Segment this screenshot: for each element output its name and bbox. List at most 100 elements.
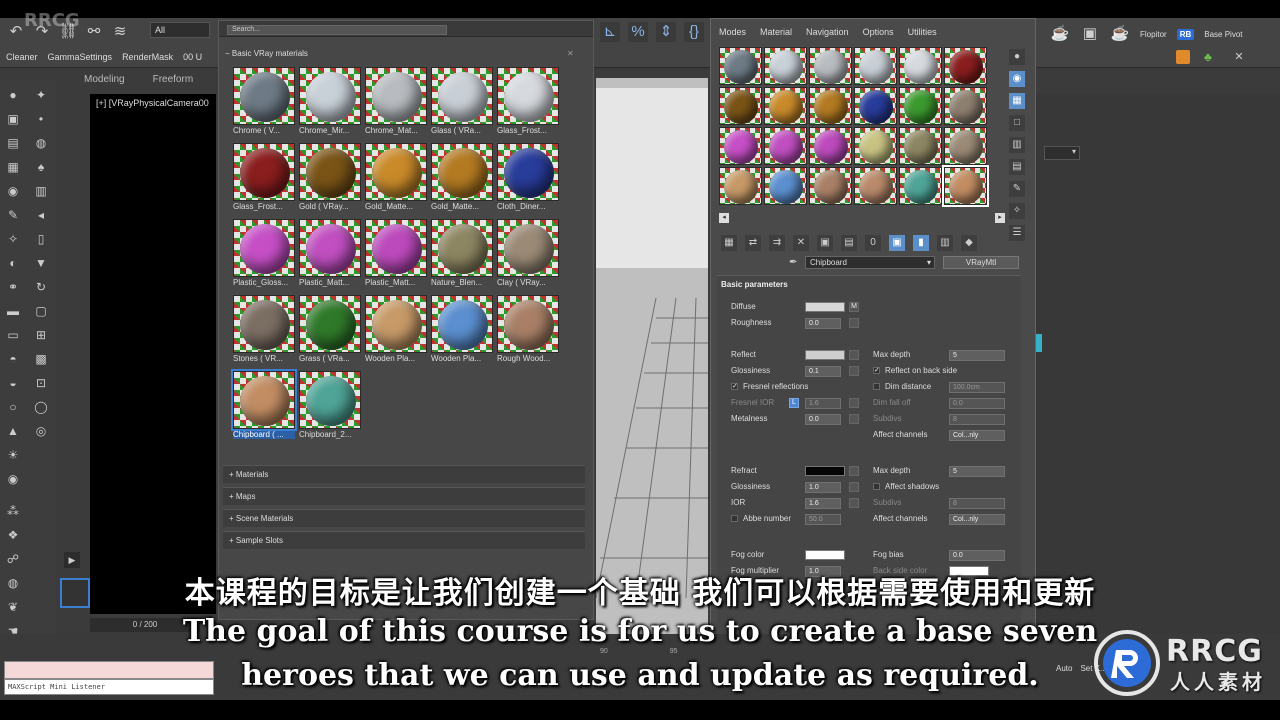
scale-icon[interactable]: ⊡ xyxy=(34,376,48,390)
chain-icon[interactable]: ⚭ xyxy=(6,280,20,294)
sample-slot[interactable] xyxy=(719,87,762,125)
pen-icon[interactable]: ✎ xyxy=(6,208,20,222)
ball-icon[interactable]: ○ xyxy=(6,400,20,414)
sample-slot[interactable] xyxy=(899,127,942,165)
menu-material[interactable]: Material xyxy=(760,27,792,43)
select-region-icon[interactable]: ⊞ xyxy=(34,328,48,342)
sample-slot[interactable] xyxy=(899,47,942,85)
dim-distance-field[interactable]: 100.0cm xyxy=(949,382,1005,393)
box-icon[interactable]: ▣ xyxy=(6,112,20,126)
show-shaded-icon[interactable]: ▣ xyxy=(889,235,905,251)
sample-slot[interactable] xyxy=(809,127,852,165)
background-icon[interactable]: ▦ xyxy=(1009,93,1025,109)
material-swatch[interactable]: Nature_Blen... xyxy=(431,219,493,287)
refract-affect-channels-dropdown[interactable]: Col...nly xyxy=(949,514,1005,525)
browser-search-input[interactable]: Search... xyxy=(227,25,447,35)
circle-icon[interactable]: ◉ xyxy=(6,472,20,486)
reflect-back-checkbox[interactable]: ✓ xyxy=(873,367,880,374)
material-swatch[interactable]: Chipboard ( ... xyxy=(231,369,297,439)
sample-slot[interactable] xyxy=(809,87,852,125)
page-icon[interactable]: ▯ xyxy=(34,232,48,246)
material-swatch[interactable]: Glass_Frost... xyxy=(233,143,295,211)
sample-slot[interactable] xyxy=(809,47,852,85)
material-swatch[interactable]: Glass_Frost... xyxy=(497,67,559,135)
refract-glossiness-field[interactable]: 1.0 xyxy=(805,482,841,493)
base-pivot-button[interactable]: Base Pivot xyxy=(1204,30,1242,39)
abbe-field[interactable]: 50.0 xyxy=(805,514,841,525)
flopitor-button[interactable]: Flopitor xyxy=(1140,30,1167,39)
make-preview-icon[interactable]: ▤ xyxy=(1009,159,1025,175)
rollout-scene-materials[interactable]: + Scene Materials xyxy=(223,509,585,527)
plane-icon[interactable]: ▭ xyxy=(6,328,20,342)
dim-distance-checkbox[interactable] xyxy=(873,383,880,390)
make-unique-icon[interactable]: ▣ xyxy=(817,235,833,251)
refract-map-button[interactable] xyxy=(849,466,859,476)
named-selection-icon[interactable]: {} xyxy=(684,22,704,42)
units-button[interactable]: 00 U xyxy=(183,52,202,62)
menu-options[interactable]: Options xyxy=(863,27,894,43)
wrench-icon[interactable]: ✧ xyxy=(6,232,20,246)
backlight-icon[interactable]: ◉ xyxy=(1009,71,1025,87)
browser-group-header[interactable]: − Basic VRay materials xyxy=(225,49,587,63)
fresnel-checkbox[interactable]: ✓ xyxy=(731,383,738,390)
sample-slot[interactable] xyxy=(944,87,987,125)
material-swatch[interactable]: Plastic_Gloss... xyxy=(233,219,295,287)
go-forward-icon[interactable]: ◆ xyxy=(961,235,977,251)
render-region-icon[interactable]: ▩ xyxy=(34,352,48,366)
uv-tiling-icon[interactable]: □ xyxy=(1009,115,1025,131)
material-swatch[interactable]: Gold ( VRay... xyxy=(299,143,361,211)
render-icon[interactable]: ☕ xyxy=(1110,24,1130,44)
sample-slot[interactable] xyxy=(899,167,942,205)
render-mask-button[interactable]: RenderMask xyxy=(122,52,173,62)
put-to-library-icon[interactable]: ▤ xyxy=(841,235,857,251)
rollout-sample-slots[interactable]: + Sample Slots xyxy=(223,531,585,549)
sample-type-icon[interactable]: ● xyxy=(1009,49,1025,65)
sample-slot[interactable] xyxy=(764,87,807,125)
material-swatch[interactable]: Gold_Matte... xyxy=(431,143,493,211)
render-frame-icon[interactable]: ▣ xyxy=(1080,24,1100,44)
sample-slot[interactable] xyxy=(764,127,807,165)
play-icon[interactable]: ▶ xyxy=(64,552,80,568)
fog-color-swatch[interactable] xyxy=(805,550,845,560)
snap-toggle-icon[interactable]: ⊾ xyxy=(600,22,620,42)
roughness-map-button[interactable] xyxy=(849,318,859,328)
material-swatch[interactable]: Rough Wood... xyxy=(497,295,559,363)
sample-slot[interactable] xyxy=(944,127,987,165)
gamma-settings-button[interactable]: GammaSettings xyxy=(48,52,113,62)
rollout-maps[interactable]: + Maps xyxy=(223,487,585,505)
shield-tool-icon[interactable]: ▼ xyxy=(34,256,48,270)
menu-utilities[interactable]: Utilities xyxy=(908,27,937,43)
selection-filter-dropdown[interactable]: All xyxy=(150,22,210,38)
sample-slot[interactable] xyxy=(719,127,762,165)
camera-viewport[interactable]: [+] [VRayPhysicalCamera00 xyxy=(90,94,216,614)
diffuse-map-button[interactable]: M xyxy=(849,302,859,312)
fresnel-ior-lock[interactable]: L xyxy=(789,398,799,408)
scroll-right-icon[interactable]: ▸ xyxy=(995,213,1005,223)
close-icon[interactable]: ✕ xyxy=(567,49,574,58)
sample-slot[interactable] xyxy=(809,167,852,205)
unlink-icon[interactable]: ⚯ xyxy=(84,22,104,42)
video-color-icon[interactable]: ▥ xyxy=(1009,137,1025,153)
glossiness-field[interactable]: 0.1 xyxy=(805,366,841,377)
material-swatch[interactable]: Plastic_Matt... xyxy=(299,219,361,287)
globe-icon[interactable]: ◍ xyxy=(34,136,48,150)
material-swatch[interactable]: Gold_Matte... xyxy=(365,143,427,211)
subdivs-field[interactable]: 8 xyxy=(949,414,1005,425)
material-swatch[interactable]: Chrome ( V... xyxy=(233,67,295,135)
material-swatch[interactable]: Chrome_Mir... xyxy=(299,67,361,135)
hemisphere-icon[interactable]: ◒ xyxy=(6,376,20,390)
sample-slot[interactable] xyxy=(719,47,762,85)
teapot-icon[interactable]: ☕ xyxy=(1050,24,1070,44)
sample-slot[interactable] xyxy=(854,167,897,205)
viewport-label[interactable]: [+] [VRayPhysicalCamera00 xyxy=(96,98,209,108)
eyedropper-icon[interactable]: ✒ xyxy=(789,257,797,268)
cone-icon[interactable]: ▲ xyxy=(6,424,20,438)
refract-glossiness-map-button[interactable] xyxy=(849,482,859,492)
cleaner-button[interactable]: Cleaner xyxy=(6,52,38,62)
select-by-material-icon[interactable]: ✧ xyxy=(1009,203,1025,219)
material-name-field[interactable]: Chipboard ▾ xyxy=(805,256,935,269)
light-icon[interactable]: ✦ xyxy=(34,88,48,102)
tab-freeform[interactable]: Freeform xyxy=(153,74,194,90)
tree-tool-icon[interactable]: ♠ xyxy=(34,160,48,174)
material-swatch[interactable]: Wooden Pla... xyxy=(365,295,427,363)
